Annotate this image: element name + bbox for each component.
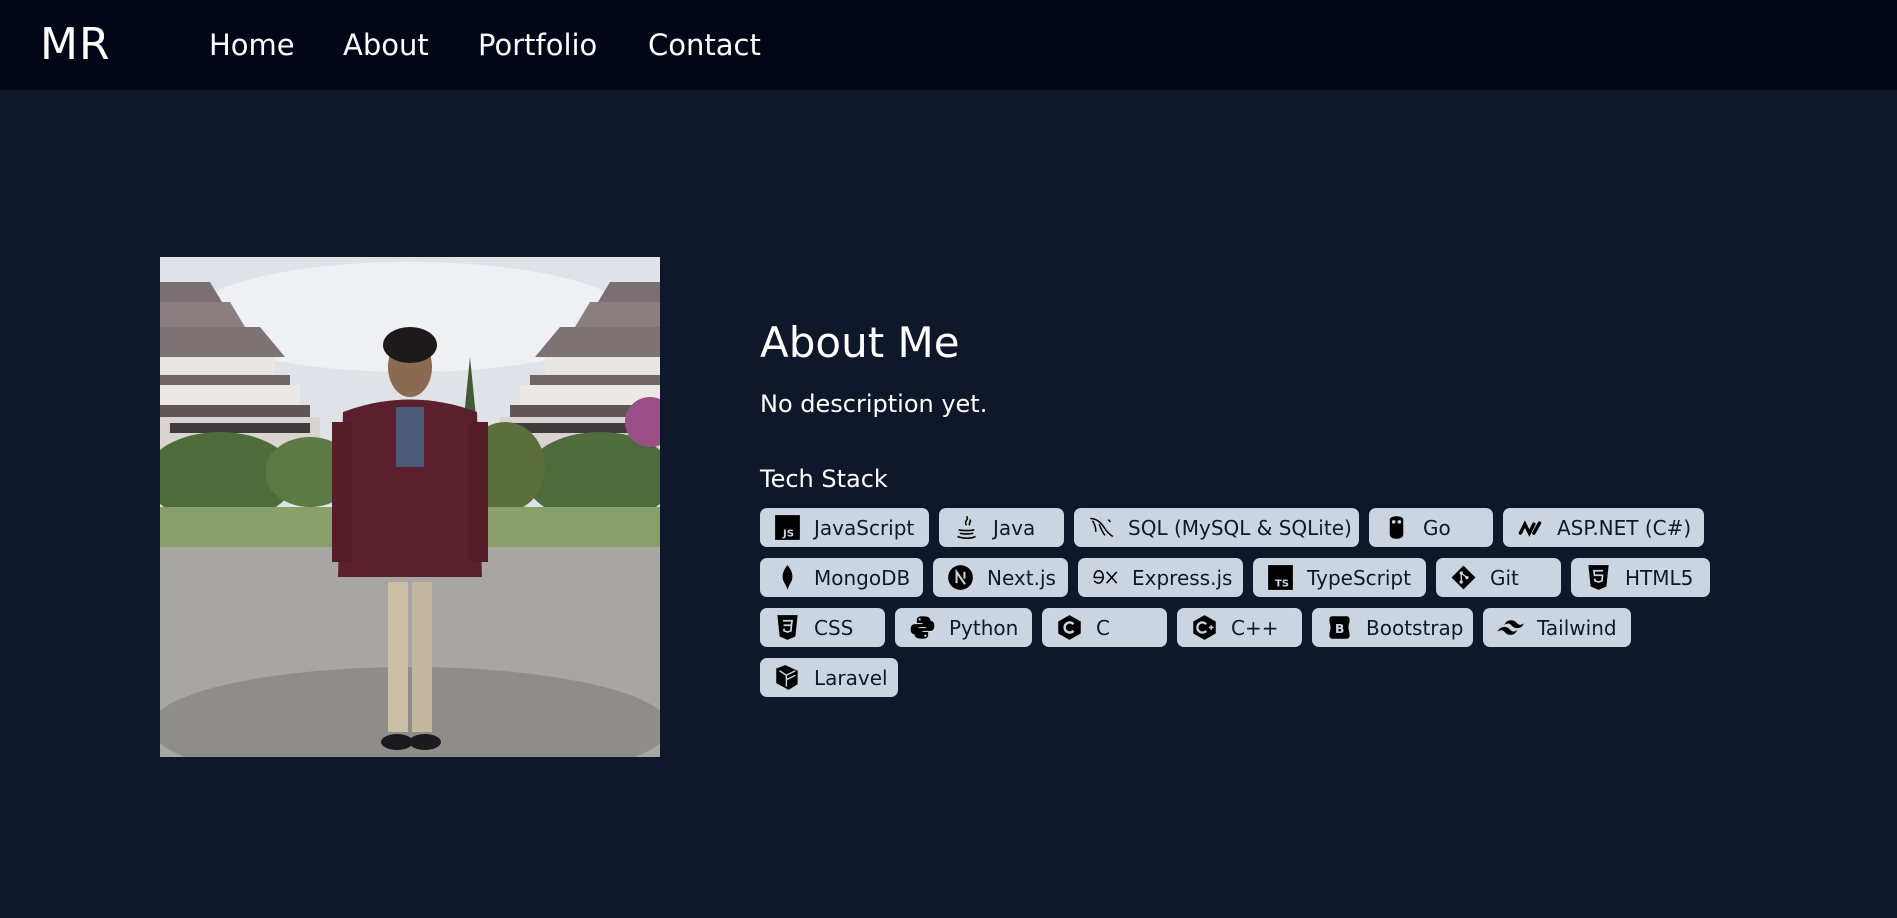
tech-chip-expressjs: Express.js	[1078, 558, 1243, 597]
about-description: No description yet.	[760, 390, 988, 418]
java-icon	[953, 514, 980, 541]
tech-chip-sql: SQL (MySQL & SQLite)	[1074, 508, 1359, 547]
cplusplus-icon	[1191, 614, 1218, 641]
nav-link-contact[interactable]: Contact	[648, 27, 761, 63]
tech-chip-laravel: Laravel	[760, 658, 898, 697]
tech-chip-css: CSS	[760, 608, 885, 647]
javascript-icon: JS	[774, 514, 801, 541]
git-icon	[1450, 564, 1477, 591]
tech-chip-label: HTML5	[1625, 565, 1694, 590]
about-title: About Me	[760, 318, 960, 367]
tech-chip-label: Laravel	[814, 665, 888, 690]
bootstrap-icon: B	[1326, 614, 1353, 641]
tech-stack-title: Tech Stack	[760, 465, 888, 493]
go-gopher-icon	[1383, 514, 1410, 541]
dotnet-icon	[1517, 514, 1544, 541]
navbar: MR Home About Portfolio Contact	[0, 0, 1897, 90]
tech-chip-label: Next.js	[987, 565, 1056, 590]
tech-chip-tailwind: Tailwind	[1483, 608, 1631, 647]
tailwind-icon	[1497, 614, 1524, 641]
nav-link-portfolio[interactable]: Portfolio	[478, 27, 597, 63]
nextjs-icon	[947, 564, 974, 591]
tech-chip-go: Go	[1369, 508, 1493, 547]
tech-chip-label: CSS	[814, 615, 854, 640]
tech-chip-label: Express.js	[1132, 565, 1233, 590]
tech-chip-bootstrap: B Bootstrap	[1312, 608, 1473, 647]
tech-chip-c: C	[1042, 608, 1167, 647]
nav-link-about[interactable]: About	[343, 27, 429, 63]
tech-chip-git: Git	[1436, 558, 1561, 597]
tech-chip-mongodb: MongoDB	[760, 558, 923, 597]
html5-icon	[1585, 564, 1612, 591]
nav-link-home[interactable]: Home	[209, 27, 295, 63]
tech-chip-label: SQL (MySQL & SQLite)	[1128, 515, 1352, 540]
tech-chip-typescript: TS TypeScript	[1253, 558, 1426, 597]
tech-chip-label: Java	[993, 515, 1036, 540]
tech-chip-html5: HTML5	[1571, 558, 1710, 597]
tech-chip-label: JavaScript	[814, 515, 915, 540]
svg-text:JS: JS	[782, 529, 794, 540]
css3-icon	[774, 614, 801, 641]
tech-chip-java: Java	[939, 508, 1064, 547]
profile-photo	[160, 257, 660, 757]
mysql-icon	[1088, 514, 1115, 541]
tech-chip-label: Bootstrap	[1366, 615, 1464, 640]
tech-chip-nextjs: Next.js	[933, 558, 1068, 597]
tech-chip-label: C++	[1231, 615, 1279, 640]
site-logo[interactable]: MR	[40, 20, 111, 70]
svg-text:B: B	[1335, 622, 1344, 636]
tech-chip-label: ASP.NET (C#)	[1557, 515, 1692, 540]
svg-text:TS: TS	[1275, 579, 1289, 590]
c-icon	[1056, 614, 1083, 641]
tech-chip-label: TypeScript	[1307, 565, 1411, 590]
tech-chip-label: Python	[949, 615, 1019, 640]
tech-chip-label: Go	[1423, 515, 1451, 540]
tech-chip-label: Tailwind	[1537, 615, 1617, 640]
tech-chip-label: C	[1096, 615, 1110, 640]
tech-chip-cpp: C++	[1177, 608, 1302, 647]
laravel-icon	[774, 664, 801, 691]
tech-chip-label: MongoDB	[814, 565, 911, 590]
typescript-icon: TS	[1267, 564, 1294, 591]
tech-chip-javascript: JS JavaScript	[760, 508, 929, 547]
mongodb-icon	[774, 564, 801, 591]
tech-chip-python: Python	[895, 608, 1032, 647]
tech-chip-label: Git	[1490, 565, 1519, 590]
express-icon	[1092, 564, 1119, 591]
python-icon	[909, 614, 936, 641]
tech-chip-aspnet: ASP.NET (C#)	[1503, 508, 1704, 547]
